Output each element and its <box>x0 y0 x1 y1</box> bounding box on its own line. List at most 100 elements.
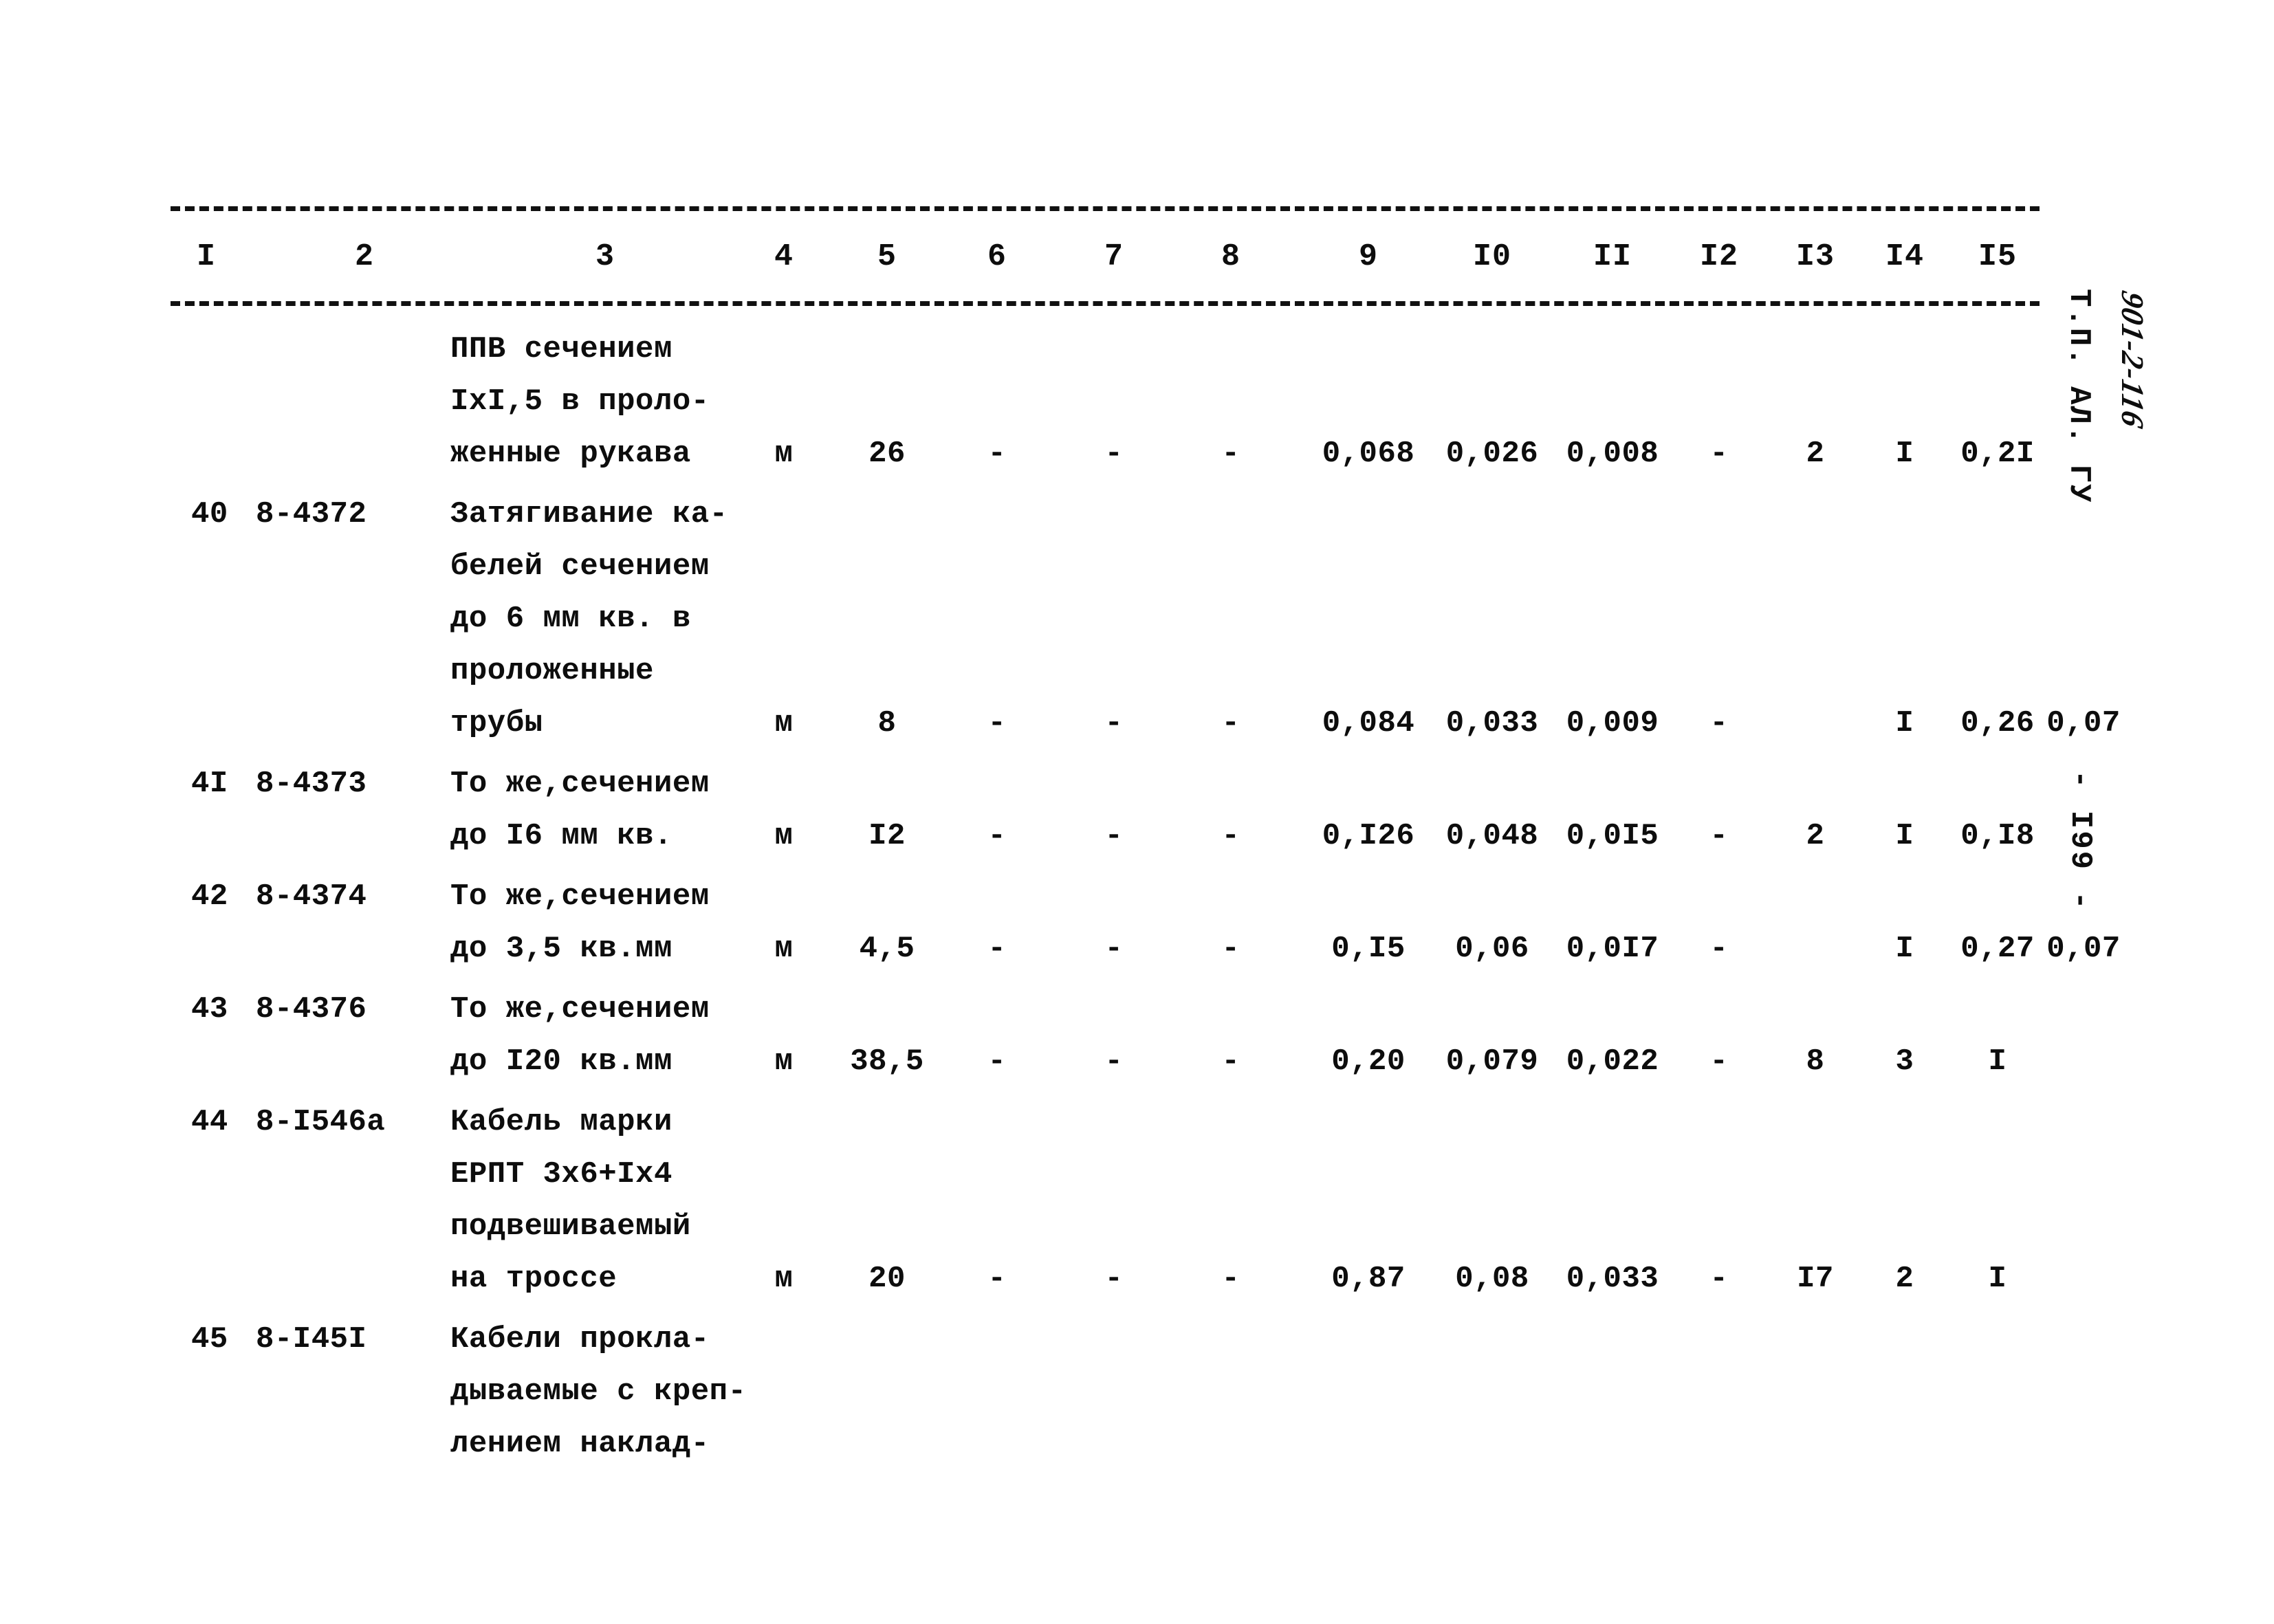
row-description-line: ЕРПТ 3x6+Ix4 <box>450 1157 673 1192</box>
row-value-c15: 0,I8 <box>1960 819 2035 853</box>
row-value-c14: 3 <box>1895 1044 1914 1079</box>
row-description-line: до 6 мм кв. в <box>450 602 691 636</box>
table-row: до I6 мм кв. м I2 - - - 0,I26 0,048 0,0I5 - 2 I 0,I8 <box>0 810 2274 862</box>
row-value-c11: 0,0I5 <box>1566 819 1659 853</box>
row-value-c7: - <box>1104 437 1124 471</box>
row-value-c13: I7 <box>1797 1262 1834 1296</box>
column-header-9: 9 <box>1358 239 1379 274</box>
row-value-c7: - <box>1104 1262 1124 1296</box>
row-value-c8: - <box>1221 437 1240 471</box>
column-header-15: I5 <box>1978 239 2018 274</box>
row-value-c8: - <box>1221 932 1240 966</box>
row-value-c11: 0,022 <box>1566 1044 1659 1079</box>
column-header-4: 4 <box>774 239 794 274</box>
table-row: 4I 8-4373 То же,сечением <box>0 758 2274 810</box>
row-value-c10: 0,033 <box>1445 706 1539 740</box>
table-row: 40 8-4372 Затягивание ка- <box>0 488 2274 540</box>
row-value-c9: 0,20 <box>1331 1044 1406 1079</box>
row-value-c7: - <box>1104 932 1124 966</box>
table-row: белей сечением <box>0 540 2274 593</box>
table-row: 45 8-I45I Кабели прокла- <box>0 1313 2274 1365</box>
column-header-6: 6 <box>987 239 1007 274</box>
row-description-line: проложенные <box>450 654 654 688</box>
column-header-14: I4 <box>1885 239 1925 274</box>
row-value-c8: - <box>1221 1262 1240 1296</box>
row-spacer <box>0 975 2274 983</box>
row-value-c12: - <box>1709 819 1729 853</box>
row-value-qty: I2 <box>868 819 906 853</box>
row-value-c12: - <box>1709 1044 1729 1079</box>
row-value-c14: I <box>1895 819 1914 853</box>
row-code: 8-I45I <box>256 1322 367 1357</box>
row-value-c13: 8 <box>1806 1044 1825 1079</box>
table-row: до 3,5 кв.мм м 4,5 - - - 0,I5 0,06 0,0I7 - I 0,27 0,… <box>0 923 2274 975</box>
row-description-line: То же,сечением <box>450 879 710 914</box>
row-value-c10: 0,079 <box>1445 1044 1539 1079</box>
table-row: до 6 мм кв. в <box>0 593 2274 645</box>
table-row: ППВ сечением <box>0 323 2274 375</box>
row-value-c6: - <box>987 437 1007 471</box>
header-rule-bottom <box>171 301 2040 306</box>
column-header-8: 8 <box>1221 239 1241 274</box>
row-value-c6: - <box>987 932 1007 966</box>
row-spacer <box>0 1088 2274 1096</box>
row-value-qty: 4,5 <box>859 932 915 966</box>
row-value-qty: 20 <box>868 1262 906 1296</box>
row-value-c7: - <box>1104 706 1124 740</box>
row-description-line: трубы <box>450 706 543 740</box>
column-header-11: II <box>1593 239 1632 274</box>
row-value-c9: 0,I5 <box>1331 932 1406 966</box>
row-value-c9: 0,I26 <box>1322 819 1415 853</box>
row-value-c12: - <box>1709 1262 1729 1296</box>
row-value-c11: 0,033 <box>1566 1262 1659 1296</box>
row-description-line: женные рукава <box>450 437 691 471</box>
row-description-line: до I6 мм кв. <box>450 819 673 853</box>
page-number-marker: - I99 - <box>2063 770 2097 912</box>
row-value-c13: 2 <box>1806 819 1825 853</box>
row-value-c6: - <box>987 819 1007 853</box>
row-description-line: до I20 кв.мм <box>450 1044 673 1079</box>
row-value-c14: I <box>1895 437 1914 471</box>
row-value-c7: - <box>1104 819 1124 853</box>
row-value-c14: I <box>1895 932 1914 966</box>
row-description-line: лением наклад- <box>450 1427 710 1461</box>
table-row: подвешиваемый <box>0 1200 2274 1253</box>
column-header-7: 7 <box>1104 239 1124 274</box>
table-row: дываемые с креп- <box>0 1365 2274 1418</box>
row-value-c10: 0,06 <box>1455 932 1529 966</box>
row-value-c12: - <box>1709 932 1729 966</box>
row-code: 8-4372 <box>256 497 367 531</box>
table-row: женные рукава м 26 - - - 0,068 0,026 0,008 - 2 I 0,2… <box>0 428 2274 480</box>
row-description-line: Кабели прокла- <box>450 1322 710 1357</box>
table-row: лением наклад- <box>0 1418 2274 1470</box>
row-description-line: подвешиваемый <box>450 1209 691 1244</box>
column-header-2: 2 <box>354 239 375 274</box>
row-value-unit: м <box>774 1044 794 1079</box>
row-description-line: Кабель марки <box>450 1105 673 1139</box>
row-code: 8-4373 <box>256 767 367 801</box>
row-description-line: дываемые с креп- <box>450 1374 747 1409</box>
row-value-c15: 0,27 <box>1960 932 2035 966</box>
row-value-c15: 0,2I <box>1960 437 2035 471</box>
row-value-c14: I <box>1895 706 1914 740</box>
document-page: I 2 3 4 5 6 7 8 9 I0 II I2 I3 I4 I5 ППВ сечением IxI,5 … <box>0 0 2274 1624</box>
row-description-line: на троссе <box>450 1262 617 1296</box>
table-row: до I20 кв.мм м 38,5 - - - 0,20 0,079 0,022 - 8 3 I <box>0 1035 2274 1088</box>
row-value-c6: - <box>987 706 1007 740</box>
row-description-line: IxI,5 в проло- <box>450 384 710 419</box>
row-value-c15: I <box>1988 1044 2007 1079</box>
row-value-c9: 0,084 <box>1322 706 1415 740</box>
table-row: 42 8-4374 То же,сечением <box>0 870 2274 923</box>
row-value-c8: - <box>1221 1044 1240 1079</box>
row-code: 8-4374 <box>256 879 367 914</box>
row-value-qty: 26 <box>868 437 906 471</box>
row-value-c13: 2 <box>1806 437 1825 471</box>
table-row: 44 8-I546а Кабель марки <box>0 1096 2274 1148</box>
column-header-1: I <box>196 239 217 274</box>
row-description-line: Затягивание ка- <box>450 497 728 531</box>
row-value-c9: 0,068 <box>1322 437 1415 471</box>
row-value-qty: 8 <box>877 706 897 740</box>
row-code: 8-4376 <box>256 992 367 1027</box>
row-value-unit: м <box>774 437 794 471</box>
row-spacer <box>0 480 2274 488</box>
